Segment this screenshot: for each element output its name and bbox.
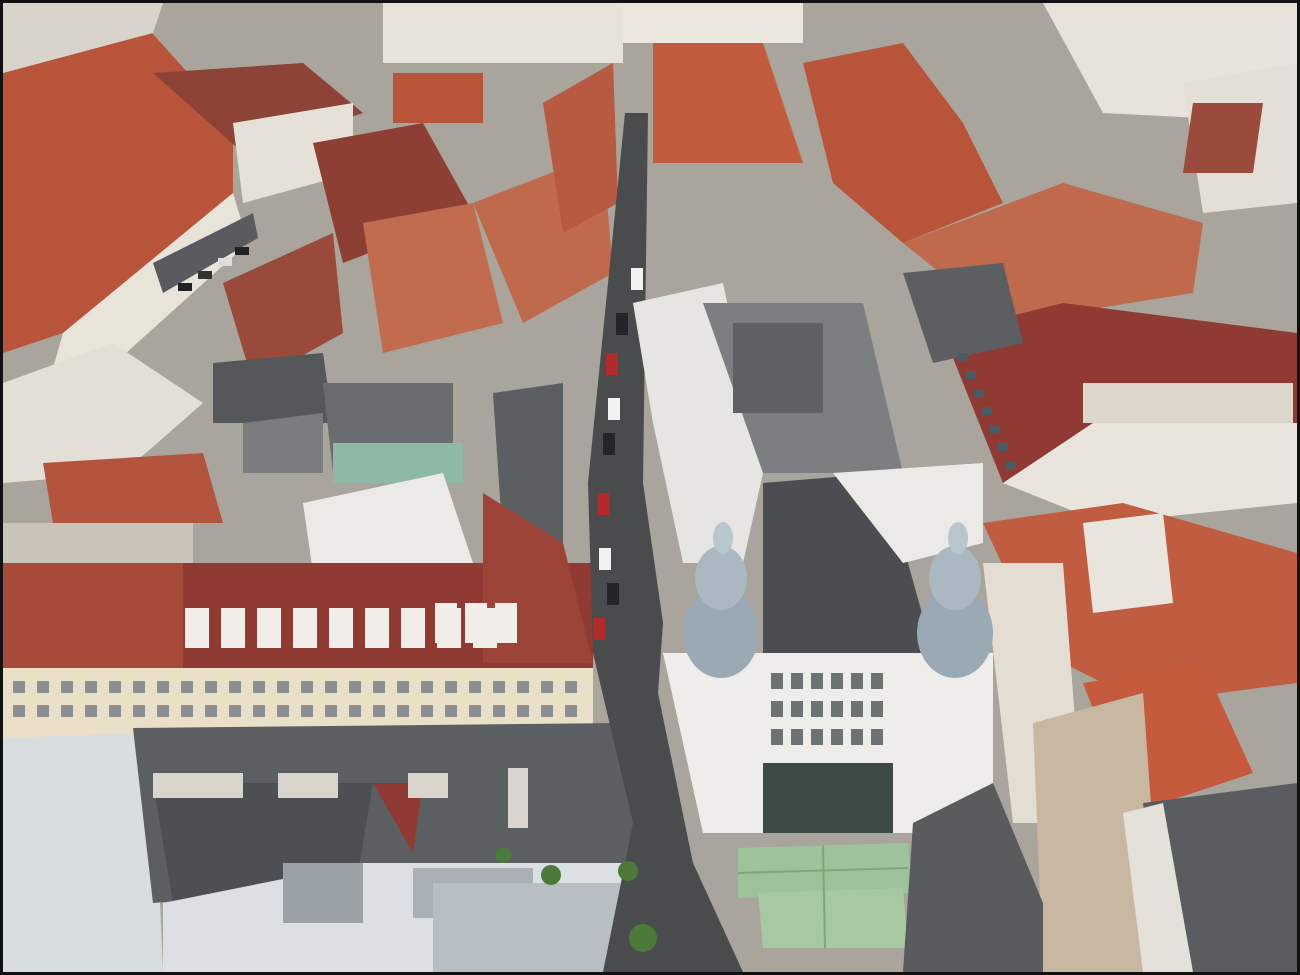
dormer-window — [185, 608, 209, 648]
facade-window — [349, 681, 361, 693]
dormer-window — [257, 608, 281, 648]
facade-window — [493, 705, 505, 717]
facade-window — [565, 681, 577, 693]
dormer-window — [221, 608, 245, 648]
facade-window — [37, 681, 49, 693]
facade-window — [541, 681, 553, 693]
ornate-window — [851, 701, 863, 717]
facade-window — [61, 681, 73, 693]
parked-car — [607, 583, 619, 605]
facade-window — [85, 681, 97, 693]
ornate-window — [771, 729, 783, 745]
facade-window — [517, 681, 529, 693]
facade-window — [133, 705, 145, 717]
roof-skylight — [958, 353, 968, 361]
facade-window — [181, 681, 193, 693]
facade-window — [325, 705, 337, 717]
facade-window — [13, 681, 25, 693]
ornate-window — [771, 673, 783, 689]
facade-window — [277, 705, 289, 717]
building-bottom-left — [3, 723, 673, 972]
dormer-window — [435, 603, 457, 643]
facade-window — [277, 681, 289, 693]
facade-window — [109, 681, 121, 693]
ornate-window — [811, 701, 823, 717]
facade-window — [301, 681, 313, 693]
ornate-window — [831, 729, 843, 745]
ornate-window — [791, 701, 803, 717]
facade-window — [373, 705, 385, 717]
ornate-window — [871, 673, 883, 689]
aerial-photo-frame — [0, 0, 1300, 975]
ornate-window — [851, 673, 863, 689]
ornate-window — [791, 729, 803, 745]
facade-window — [373, 681, 385, 693]
ornate-window — [871, 701, 883, 717]
cafe-awnings — [737, 843, 913, 949]
dormer-row — [185, 603, 517, 648]
facade-window — [157, 681, 169, 693]
parked-car — [599, 548, 611, 570]
facade-window — [445, 705, 457, 717]
parked-car — [631, 268, 643, 290]
facade-window — [325, 681, 337, 693]
parked-car — [597, 493, 609, 515]
roof-skylight — [982, 407, 992, 415]
facade-window — [253, 705, 265, 717]
facade-window — [229, 705, 241, 717]
dormer-window — [495, 603, 517, 643]
parked-car — [616, 313, 628, 335]
facade-window — [37, 705, 49, 717]
ornate-window — [871, 729, 883, 745]
facade-window — [397, 681, 409, 693]
roof-skylight — [1006, 461, 1016, 469]
dormer-window — [465, 603, 487, 643]
ornate-window — [851, 729, 863, 745]
ornate-window — [771, 701, 783, 717]
facade-window — [181, 705, 193, 717]
facade-window — [565, 705, 577, 717]
facade-window — [109, 705, 121, 717]
facade-window — [85, 705, 97, 717]
ornate-window — [831, 673, 843, 689]
ornate-window — [791, 673, 803, 689]
facade-window — [61, 705, 73, 717]
parked-car — [603, 433, 615, 455]
facade-window — [517, 705, 529, 717]
facade-window — [445, 681, 457, 693]
dormer-window — [401, 608, 425, 648]
dormer-window — [293, 608, 317, 648]
roof-skylight — [974, 389, 984, 397]
aerial-city-photo — [3, 3, 1297, 972]
facade-window — [349, 705, 361, 717]
ornate-window — [831, 701, 843, 717]
ornate-window — [811, 673, 823, 689]
parked-car — [606, 353, 618, 375]
facade-window — [133, 681, 145, 693]
facade-window — [13, 705, 25, 717]
facade-window — [229, 681, 241, 693]
facade-window — [205, 705, 217, 717]
facade-window — [301, 705, 313, 717]
facade-window — [469, 705, 481, 717]
ornate-window — [811, 729, 823, 745]
facade-window — [493, 681, 505, 693]
facade-window — [157, 705, 169, 717]
facade-window — [421, 705, 433, 717]
roof-skylight — [966, 371, 976, 379]
roof-skylight — [998, 443, 1008, 451]
facade-window — [205, 681, 217, 693]
parked-car — [593, 618, 605, 640]
facade-window — [421, 681, 433, 693]
roof-skylight — [990, 425, 1000, 433]
parked-car — [608, 398, 620, 420]
facade-window — [397, 705, 409, 717]
dormer-window — [329, 608, 353, 648]
facade-window — [469, 681, 481, 693]
facade-window — [253, 681, 265, 693]
facade-window — [541, 705, 553, 717]
dormer-window — [365, 608, 389, 648]
